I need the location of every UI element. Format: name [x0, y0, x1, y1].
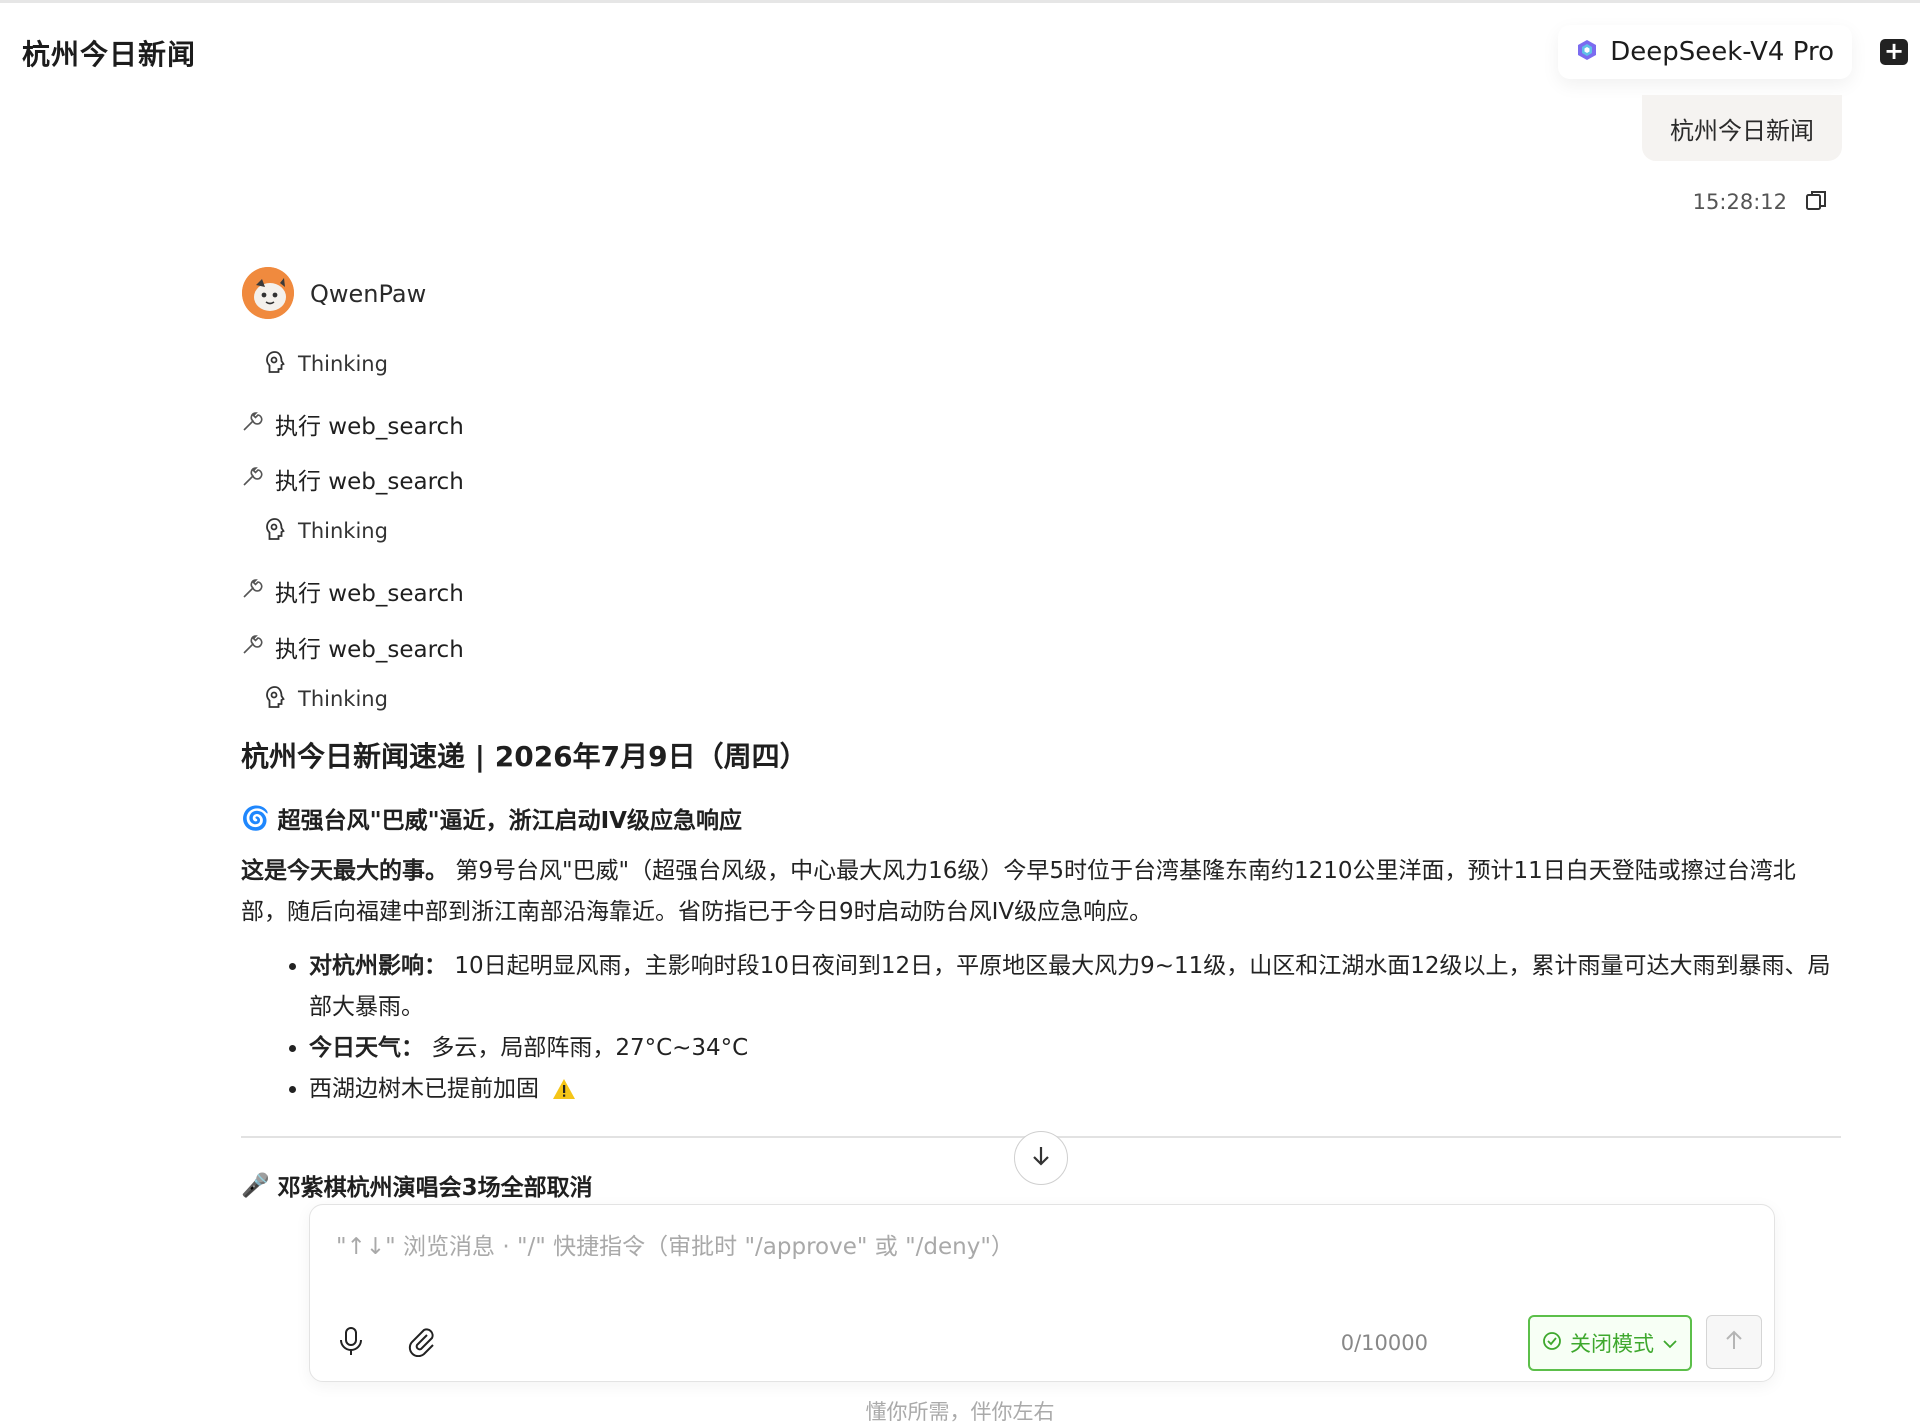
list-item-bold: 今日天气：: [309, 1035, 424, 1061]
wrench-icon: [241, 634, 263, 660]
section-title: 超强台风"巴威"逼近，浙江启动IV级应急响应: [277, 808, 742, 834]
paperclip-icon: [406, 1328, 436, 1361]
check-circle-icon: [1542, 1331, 1562, 1356]
list-item: 西湖边树木已提前加固: [309, 1069, 1839, 1114]
warning-icon: [552, 1073, 576, 1114]
thinking-label: Thinking: [298, 687, 388, 711]
wrench-icon: [241, 411, 263, 437]
intro-text: 第9号台风"巴威"（超强台风级，中心最大风力16级）今早5时位于台湾基隆东南约1…: [241, 858, 1796, 925]
model-selector[interactable]: DeepSeek-V4 Pro: [1558, 25, 1852, 79]
list-item-text: 西湖边树木已提前加固: [309, 1076, 539, 1102]
user-message-bubble: 杭州今日新闻: [1642, 95, 1842, 161]
brain-icon: [264, 685, 286, 713]
microphone-icon: [336, 1327, 366, 1361]
thinking-step[interactable]: Thinking: [264, 517, 388, 545]
article-heading: 杭州今日新闻速递 | 2026年7月9日（周四）: [241, 740, 808, 773]
section-heading: 🌀 超强台风"巴威"逼近，浙江启动IV级应急响应: [241, 801, 742, 835]
tool-call-label: 执行 web_search: [275, 414, 464, 440]
cyclone-icon: 🌀: [241, 805, 270, 832]
assistant-response: 杭州今日新闻速递 | 2026年7月9日（周四） 🌀 超强台风"巴威"逼近，浙江…: [241, 735, 1841, 1102]
list-item-bold: 对杭州影响：: [309, 953, 447, 979]
mode-label: 关闭模式: [1570, 1332, 1654, 1356]
new-chat-button[interactable]: +: [1880, 39, 1908, 65]
model-logo-icon: [1576, 39, 1598, 65]
intro-paragraph: 这是今天最大的事。 第9号台风"巴威"（超强台风级，中心最大风力16级）今早5时…: [241, 851, 1831, 933]
wrench-icon: [241, 466, 263, 492]
tool-call-step[interactable]: 执行 web_search: [241, 574, 464, 608]
assistant-name: QwenPaw: [310, 280, 427, 308]
microphone-emoji-icon: 🎤: [241, 1172, 270, 1199]
char-counter: 0/10000: [1340, 1331, 1428, 1355]
list-item-text: 多云，局部阵雨，27°C~34°C: [431, 1035, 749, 1061]
thinking-label: Thinking: [298, 352, 388, 376]
brain-icon: [264, 517, 286, 545]
thinking-step[interactable]: Thinking: [264, 685, 388, 713]
message-timestamp: 15:28:12: [1692, 190, 1787, 214]
mode-toggle-button[interactable]: 关闭模式: [1528, 1315, 1692, 1371]
user-message-text: 杭州今日新闻: [1670, 116, 1814, 145]
thinking-label: Thinking: [298, 519, 388, 543]
tool-call-step[interactable]: 执行 web_search: [241, 630, 464, 664]
message-input[interactable]: [334, 1225, 1748, 1289]
tool-call-step[interactable]: 执行 web_search: [241, 407, 464, 441]
wrench-icon: [241, 578, 263, 604]
arrow-down-icon: [1030, 1144, 1052, 1172]
section-heading: 🎤 邓紫棋杭州演唱会3场全部取消: [241, 1168, 593, 1202]
voice-input-button[interactable]: [336, 1325, 370, 1359]
intro-bold: 这是今天最大的事。: [241, 858, 448, 884]
bullet-list: 对杭州影响： 10日起明显风雨，主影响时段10日夜间到12日，平原地区最大风力9…: [241, 946, 1839, 1114]
message-composer: 0/10000 关闭模式: [309, 1204, 1775, 1382]
plus-chat-icon: +: [1883, 37, 1905, 65]
thinking-step[interactable]: Thinking: [264, 350, 388, 378]
scroll-to-bottom-button[interactable]: [1014, 1131, 1068, 1185]
section-title: 邓紫棋杭州演唱会3场全部取消: [277, 1175, 593, 1201]
tool-call-label: 执行 web_search: [275, 581, 464, 607]
copy-icon[interactable]: [1804, 188, 1830, 214]
assistant-avatar: [242, 267, 294, 319]
footer-tagline: 懂你所需，伴你左右: [865, 1400, 1055, 1424]
header: 杭州今日新闻 DeepSeek-V4 Pro +: [0, 3, 1920, 95]
page-title: 杭州今日新闻: [22, 38, 197, 71]
arrow-up-icon: [1724, 1329, 1744, 1355]
tool-call-label: 执行 web_search: [275, 469, 464, 495]
attach-file-button[interactable]: [406, 1325, 440, 1359]
list-item: 今日天气： 多云，局部阵雨，27°C~34°C: [309, 1028, 1839, 1069]
tool-call-step[interactable]: 执行 web_search: [241, 462, 464, 496]
send-button[interactable]: [1706, 1315, 1762, 1369]
list-item: 对杭州影响： 10日起明显风雨，主影响时段10日夜间到12日，平原地区最大风力9…: [309, 946, 1839, 1028]
list-item-text: 10日起明显风雨，主影响时段10日夜间到12日，平原地区最大风力9~11级，山区…: [309, 953, 1831, 1020]
tool-call-label: 执行 web_search: [275, 637, 464, 663]
model-name: DeepSeek-V4 Pro: [1610, 37, 1834, 67]
chevron-down-icon: [1662, 1331, 1678, 1355]
brain-icon: [264, 350, 286, 378]
